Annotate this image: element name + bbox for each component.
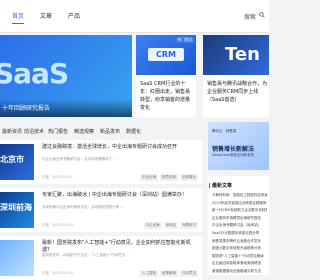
ten-image-text: Ten <box>225 44 260 65</box>
article-tag[interactable]: 跨境电商 <box>160 174 178 181</box>
article-title[interactable]: 建过会融跨境：激活全球增长，中企出海专题研讨会成功召开 <box>42 144 198 151</box>
hot-tag: 热门报告 <box>175 36 195 44</box>
article-thumbnail[interactable] <box>0 240 34 276</box>
latest-articles-list: 卡斯特科研：智能化工程如何实现增长 2023年经济高效应对转型实践案例 新一代C… <box>212 192 267 276</box>
article-tag[interactable]: 深圳站 <box>163 222 178 229</box>
thumbnail-text: 北京市 <box>0 155 24 164</box>
main-nav: 首页 文章 产品 <box>12 11 80 24</box>
latest-article-link[interactable]: SaaS行业数据化转型实践分享 <box>212 230 267 238</box>
hero-banner[interactable]: SaaS 十年回顾研究报告 <box>0 35 132 117</box>
article-tag[interactable]: 中企出海 <box>140 174 158 181</box>
article-meta: 作者 · 2023-03-15 <box>42 175 73 179</box>
latest-article-link[interactable]: 卡斯特科研：智能化工程如何实现增长 <box>212 192 267 200</box>
crm-badge: CRM <box>148 48 184 61</box>
article-item[interactable]: 深圳前海 专家汇聚，出海破冰 | 中企出海专题研讨会（深圳站）圆满举办！ 深圳前… <box>0 188 202 232</box>
article-tag[interactable]: 全球增长 <box>180 174 198 181</box>
article-tags: 人工智能 政策解读 行动意见 <box>140 270 198 277</box>
top-navigation-bar: 首页 文章 产品 搜索 <box>0 0 269 33</box>
latest-article-link[interactable]: 营销数据驱动全链路增长新方法 <box>212 268 267 276</box>
feature-card-crm[interactable]: CRM 热门报告 SaaS CRM行业的十年：红圈出走，销售易转型，纷享销客的增… <box>136 35 196 117</box>
article-tag[interactable]: 政策解读 <box>160 270 178 277</box>
sidebar: 腾讯云 · 销售易 销售增长新解法 DeepSeek深度应用新发布 最新文章 卡… <box>208 122 269 275</box>
tab-data[interactable]: 数据化 <box>126 128 141 135</box>
article-title[interactable]: 专家汇聚，出海破冰 | 中企出海专题研讨会（深圳站）圆满举办！ <box>42 192 198 199</box>
article-item[interactable]: 最新！国务院发布"人工智能+"行动意见，企业如何抓住智能化新机遇？ 国务院发布，… <box>0 236 202 280</box>
feature-card-ten[interactable]: Ten 销售易与腾讯战略合作，为企业服务CRM同步上线（SaaS首选） <box>203 35 269 117</box>
search-icon[interactable] <box>259 12 265 18</box>
latest-article-link[interactable]: 企业级应用智能体落地案例精选 <box>212 260 267 268</box>
article-meta: 作者 · 2023-03-10 <box>42 223 73 227</box>
latest-article-link[interactable]: 中企出海专题研讨会（深圳站） <box>212 222 267 230</box>
article-tag[interactable]: 中企出海 <box>143 222 162 229</box>
hero-image-text: SaaS <box>0 57 69 90</box>
article-tags: 中企出海 深圳站 专题研讨 <box>143 222 198 229</box>
article-description: 国务院发布，AI赋能千行百业，"人工智能+"行动意见 ... <box>42 253 130 257</box>
ad-subtitle: DeepSeek深度应用新发布 <box>212 153 255 157</box>
article-tag[interactable]: 专题研讨 <box>180 222 198 229</box>
article-description: 深圳前海中企出海专题研讨会：活动精彩回顾分享 ... <box>42 205 124 209</box>
category-tabs: 最新资讯 前沿技术 热门报告 精选观察 新品发布 数据化 <box>0 126 200 138</box>
feature-card-image: Ten <box>203 35 269 75</box>
feature-card-title[interactable]: 销售易与腾讯战略合作，为企业服务CRM同步上线（SaaS首选） <box>207 80 267 104</box>
latest-article-link[interactable]: 制造业数字化转型升级趋势分析 <box>212 245 267 253</box>
tab-latest[interactable]: 最新资讯 <box>2 128 22 135</box>
latest-articles-panel: 最新文章 卡斯特科研：智能化工程如何实现增长 2023年经济高效应对转型实践案例… <box>208 176 269 275</box>
hero-title[interactable]: 十年回顾研究报告 <box>2 103 50 112</box>
feature-card-title[interactable]: SaaS CRM行业的十年：红圈出走，销售易转型，纷享销客的增量变化 <box>140 80 194 112</box>
latest-article-link[interactable]: 2023年经济高效应对转型实践案例 <box>212 200 267 208</box>
latest-articles-heading: 最新文章 <box>208 183 233 189</box>
article-description: 中企出海全球专题研讨会：北京市政策解读了 ... <box>42 157 117 161</box>
sidebar-ad-banner[interactable]: 腾讯云 · 销售易 销售增长新解法 DeepSeek深度应用新发布 <box>208 122 269 170</box>
article-meta: 作者 · 2023-03-08 <box>42 271 73 275</box>
tab-tech[interactable]: 前沿技术 <box>24 128 44 135</box>
article-item[interactable]: 北京市 建过会融跨境：激活全球增长，中企出海专题研讨会成功召开 中企出海全球专题… <box>0 140 202 184</box>
latest-article-link[interactable]: 企业服务市场跨境出海研究报告 <box>212 215 267 223</box>
ad-title: 销售增长新解法 <box>212 146 255 153</box>
article-tags: 中企出海 跨境电商 全球增长 <box>140 174 198 181</box>
ad-logo: 腾讯云 · 销售易 <box>212 129 237 133</box>
article-tag[interactable]: 人工智能 <box>140 270 158 277</box>
tab-reports[interactable]: 热门报告 <box>48 128 68 135</box>
nav-articles[interactable]: 文章 <box>40 11 52 20</box>
latest-article-link[interactable]: 销售易携手腾讯云深度合作发布 <box>212 238 267 246</box>
latest-article-link[interactable]: 新一代CRM系统助力企业数字化转型 <box>212 207 267 215</box>
latest-article-link[interactable]: 国务院"人工智能+"行动意见解读 <box>212 253 267 261</box>
article-tag[interactable]: 行动意见 <box>180 270 198 277</box>
tab-observe[interactable]: 精选观察 <box>74 128 94 135</box>
article-thumbnail[interactable]: 深圳前海 <box>0 192 34 228</box>
article-title[interactable]: 最新！国务院发布"人工智能+"行动意见，企业如何抓住智能化新机遇？ <box>42 240 198 254</box>
nav-products[interactable]: 产品 <box>68 11 80 20</box>
tab-new[interactable]: 新品发布 <box>100 128 120 135</box>
search-label[interactable]: 搜索 <box>244 12 256 21</box>
thumbnail-text: 深圳前海 <box>0 203 32 212</box>
nav-home[interactable]: 首页 <box>12 11 25 24</box>
article-thumbnail[interactable]: 北京市 <box>0 144 34 180</box>
feature-card-image: CRM 热门报告 <box>136 35 196 75</box>
